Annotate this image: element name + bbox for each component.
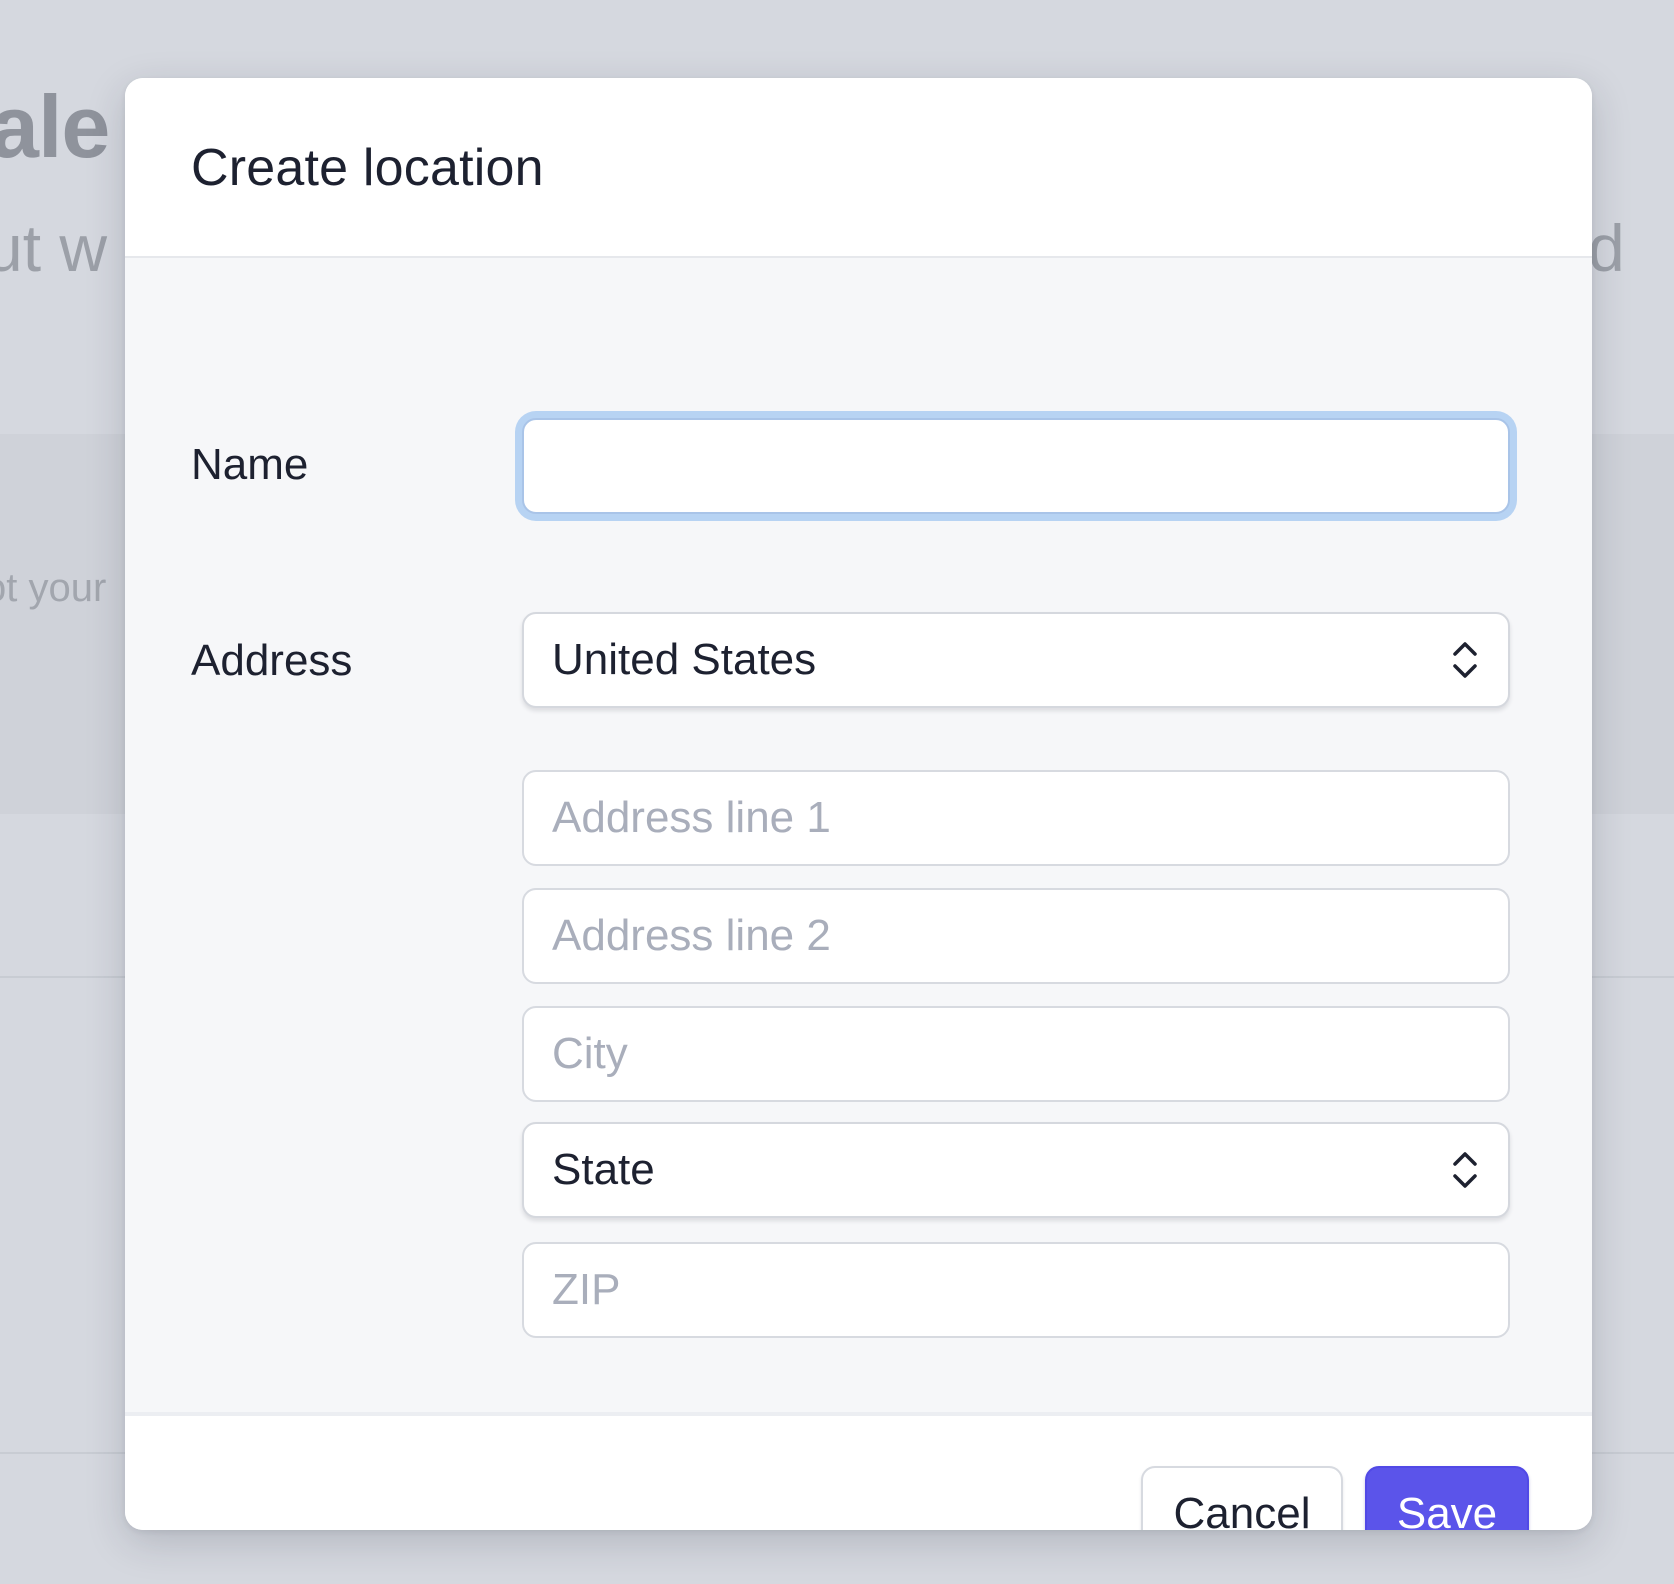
background-subtitle: ut w <box>0 211 108 285</box>
country-select-value: United States <box>552 635 817 684</box>
city-input[interactable] <box>522 1006 1510 1102</box>
save-button[interactable]: Save <box>1365 1466 1529 1530</box>
background-title: ale <box>0 77 110 176</box>
create-location-dialog: Create location Name Address United Stat… <box>125 78 1592 1530</box>
dialog-body: Name Address United States State <box>125 258 1592 1412</box>
address-line-2-input[interactable] <box>522 888 1510 984</box>
background-subtitle-end: d <box>1588 211 1625 285</box>
chevron-up-down-icon <box>1453 1152 1477 1188</box>
address-line-1-input[interactable] <box>522 770 1510 866</box>
zip-input[interactable] <box>522 1242 1510 1338</box>
dialog-title: Create location <box>191 139 544 197</box>
dialog-footer: Cancel Save <box>125 1412 1592 1530</box>
dialog-header: Create location <box>125 78 1592 258</box>
country-select[interactable]: United States <box>522 612 1510 708</box>
address-label: Address <box>191 636 353 685</box>
cancel-button[interactable]: Cancel <box>1141 1466 1343 1530</box>
name-label: Name <box>191 440 309 489</box>
state-select-value: State <box>552 1145 655 1194</box>
name-input[interactable] <box>522 418 1510 514</box>
chevron-up-down-icon <box>1453 642 1477 678</box>
state-select[interactable]: State <box>522 1122 1510 1218</box>
background-hint-text: ot your <box>0 566 107 610</box>
